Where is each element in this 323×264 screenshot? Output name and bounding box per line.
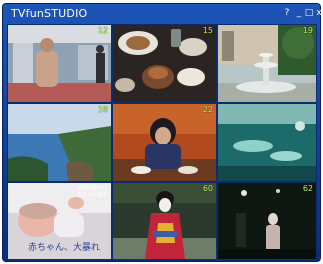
channel-number: 62 xyxy=(302,184,313,193)
channel-grid: 12 15 19 18 22 南国は寝ない 赤ちゃん誕生 赤ちゃん、大暴れ 60… xyxy=(7,24,317,259)
channel-number: 18 xyxy=(97,105,108,114)
video-thumbnail xyxy=(218,183,316,259)
channel-number: 60 xyxy=(202,184,213,193)
channel-number: 19 xyxy=(302,26,313,35)
video-thumbnail xyxy=(8,104,111,181)
close-button[interactable]: x xyxy=(313,7,323,19)
channel-tile-4[interactable]: 18 xyxy=(8,104,111,181)
video-thumbnail xyxy=(8,25,111,102)
video-thumbnail xyxy=(113,183,216,259)
help-button[interactable]: ? xyxy=(281,7,293,19)
channel-tile-7[interactable]: 南国は寝ない 赤ちゃん誕生 赤ちゃん、大暴れ xyxy=(8,183,111,259)
channel-number: 15 xyxy=(202,26,213,35)
channel-tile-3[interactable]: 19 xyxy=(218,25,316,102)
channel-tile-9[interactable]: 62 xyxy=(218,183,316,259)
video-thumbnail xyxy=(218,104,316,181)
channel-tile-8[interactable]: 60 xyxy=(113,183,216,259)
channel-number: 12 xyxy=(97,26,108,35)
channel-tile-6[interactable] xyxy=(218,104,316,181)
channel-number: 22 xyxy=(202,105,213,114)
subtitle-top-1: 南国は寝ない xyxy=(76,185,107,191)
title-bar[interactable]: TVfunSTUDIO ? _ □ x xyxy=(3,4,323,24)
video-thumbnail xyxy=(113,25,216,102)
subtitle-top-2: 赤ちゃん誕生 xyxy=(76,192,107,198)
app-title: TVfunSTUDIO xyxy=(11,7,88,20)
subtitle-main: 赤ちゃん、大暴れ xyxy=(28,243,101,253)
channel-tile-2[interactable]: 15 xyxy=(113,25,216,102)
channel-tile-1[interactable]: 12 xyxy=(8,25,111,102)
video-thumbnail xyxy=(218,25,316,102)
channel-tile-5[interactable]: 22 xyxy=(113,104,216,181)
video-thumbnail xyxy=(113,104,216,181)
app-window: TVfunSTUDIO ? _ □ x 12 15 19 18 22 南国は寝な… xyxy=(2,3,323,262)
